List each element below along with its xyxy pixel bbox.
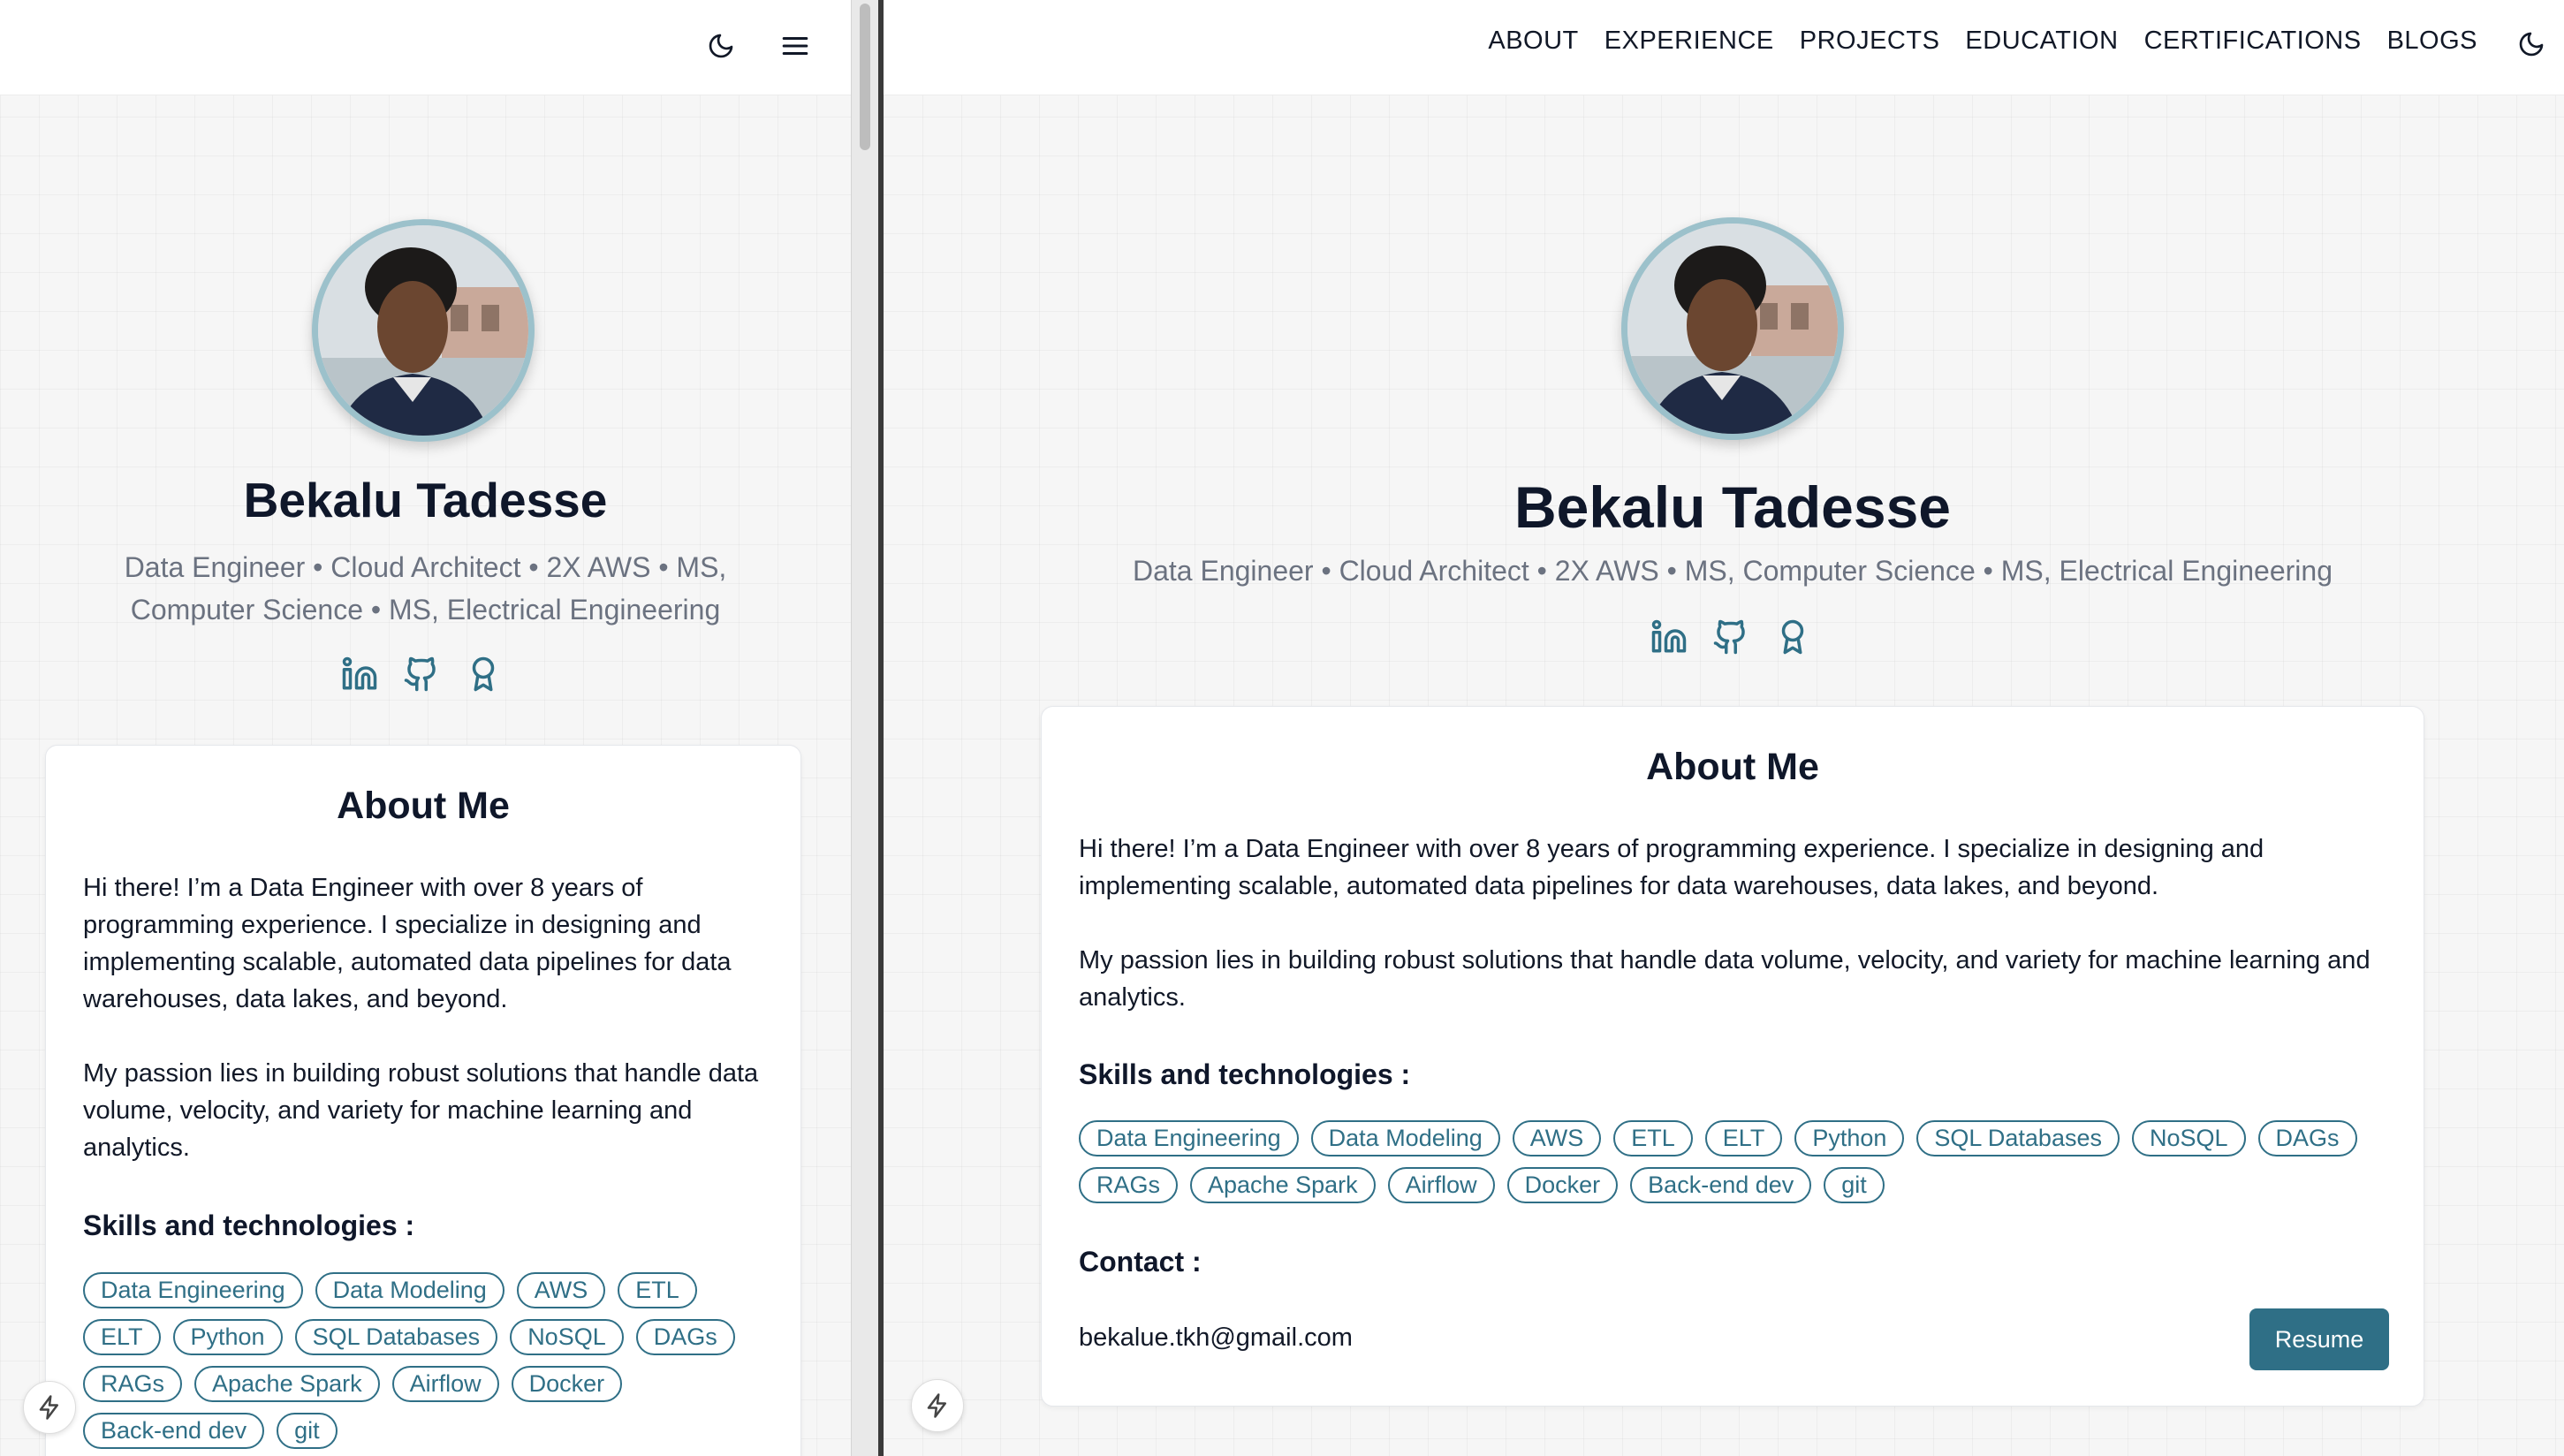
nav-link-education[interactable]: EDUCATION	[1965, 27, 2118, 56]
skill-chip: Python	[172, 1319, 283, 1355]
resume-button[interactable]: Resume	[2249, 1308, 2389, 1370]
bolt-icon[interactable]	[23, 1381, 76, 1434]
skill-chip: Data Modeling	[315, 1272, 504, 1308]
about-card: About Me Hi there! I’m a Data Engineer w…	[45, 745, 801, 1456]
skills-title: Skills and technologies :	[1079, 1058, 1411, 1090]
skill-chip: Apache Spark	[194, 1366, 380, 1402]
skill-chip: SQL Databases	[1916, 1120, 2120, 1156]
nav-link-experience[interactable]: EXPERIENCE	[1604, 27, 1774, 56]
skill-chip: Back-end dev	[1630, 1167, 1812, 1203]
skill-chip: Data Engineering	[1079, 1120, 1299, 1156]
github-icon[interactable]	[1711, 617, 1751, 657]
skill-chip: Data Engineering	[83, 1272, 303, 1308]
profile-name: Bekalu Tadesse	[243, 473, 608, 527]
profile-name: Bekalu Tadesse	[1513, 474, 1952, 540]
profile-subtitle: Data Engineer • Cloud Architect • 2X AWS…	[53, 546, 798, 631]
profile-subtitle: Data Engineer • Cloud Architect • 2X AWS…	[1133, 555, 2333, 587]
skill-chip: Airflow	[1387, 1167, 1495, 1203]
contact-title: Contact :	[1079, 1246, 1202, 1278]
award-icon[interactable]	[1772, 617, 1813, 657]
skill-chip: NoSQL	[510, 1319, 624, 1355]
nav-links: ABOUT EXPERIENCE PROJECTS EDUCATION CERT…	[1488, 27, 2477, 56]
skill-chip: DAGs	[2257, 1120, 2357, 1156]
viewport-divider[interactable]	[851, 0, 884, 1456]
nav-link-projects[interactable]: PROJECTS	[1800, 27, 1940, 56]
nav-link-blogs[interactable]: BLOGS	[2387, 27, 2477, 56]
skill-chip: AWS	[516, 1272, 606, 1308]
about-heading: About Me	[1646, 746, 1819, 788]
nav-link-certifications[interactable]: CERTIFICATIONS	[2144, 27, 2362, 56]
skills-list: Data Engineering Data Modeling AWS ETL ELT Py…	[1079, 1120, 2404, 1203]
social-links	[339, 654, 504, 694]
skill-chip: AWS	[1512, 1120, 1602, 1156]
scrollbar-thumb[interactable]	[860, 4, 870, 150]
desktop-viewport-pane: ABOUT EXPERIENCE PROJECTS EDUCATION CERT…	[884, 0, 2564, 1456]
skill-chip: ETL	[1613, 1120, 1693, 1156]
skill-chip: git	[277, 1413, 338, 1449]
desktop-header: ABOUT EXPERIENCE PROJECTS EDUCATION CERT…	[884, 0, 2564, 95]
hamburger-menu-icon[interactable]	[773, 24, 817, 68]
social-links	[1649, 617, 1813, 657]
about-paragraph: Hi there! I’m a Data Engineer with over …	[1079, 835, 2264, 900]
contact-email[interactable]: bekalue.tkh@gmail.com	[1079, 1323, 1353, 1353]
moon-icon[interactable]	[2509, 22, 2553, 66]
skill-chip: Docker	[1506, 1167, 1619, 1203]
profile-subtitle-line: Data Engineer • Cloud Architect • 2X AWS…	[124, 551, 727, 583]
skill-chip: Data Modeling	[1310, 1120, 1500, 1156]
mobile-viewport-pane: Bekalu Tadesse Data Engineer • Cloud Arc…	[0, 0, 851, 1456]
skill-chip: Docker	[511, 1366, 623, 1402]
skill-chip: Back-end dev	[83, 1413, 265, 1449]
bolt-icon[interactable]	[911, 1379, 964, 1432]
skill-chip: Python	[1794, 1120, 1905, 1156]
about-card: About Me Hi there! I’m a Data Engineer w…	[1041, 706, 2424, 1407]
skill-chip: ETL	[618, 1272, 697, 1308]
avatar	[1621, 217, 1844, 440]
nav-link-about[interactable]: ABOUT	[1488, 27, 1578, 56]
moon-icon[interactable]	[699, 24, 743, 68]
github-icon[interactable]	[401, 654, 442, 694]
skills-title: Skills and technologies :	[83, 1210, 415, 1241]
avatar	[312, 219, 535, 442]
skill-chip: RAGs	[83, 1366, 183, 1402]
mobile-header	[0, 0, 851, 95]
skill-chip: RAGs	[1079, 1167, 1179, 1203]
skill-chip: ELT	[1704, 1120, 1783, 1156]
award-icon[interactable]	[463, 654, 504, 694]
about-paragraph: Hi there! I’m a Data Engineer with over …	[83, 874, 732, 1013]
skill-chip: DAGs	[635, 1319, 735, 1355]
about-paragraph: My passion lies in building robust solut…	[1079, 946, 2371, 1012]
about-paragraph: My passion lies in building robust solut…	[83, 1059, 759, 1162]
skill-chip: NoSQL	[2131, 1120, 2246, 1156]
skill-chip: ELT	[83, 1319, 161, 1355]
skill-chip: Airflow	[391, 1366, 499, 1402]
skill-chip: SQL Databases	[294, 1319, 498, 1355]
skill-chip: git	[1824, 1167, 1885, 1203]
about-heading: About Me	[337, 785, 510, 827]
skills-list: Data Engineering Data Modeling AWS ETL ELT Py…	[83, 1272, 772, 1449]
skill-chip: Apache Spark	[1190, 1167, 1376, 1203]
profile-subtitle-line: Computer Science • MS, Electrical Engine…	[130, 594, 721, 626]
linkedin-icon[interactable]	[339, 654, 380, 694]
linkedin-icon[interactable]	[1649, 617, 1689, 657]
